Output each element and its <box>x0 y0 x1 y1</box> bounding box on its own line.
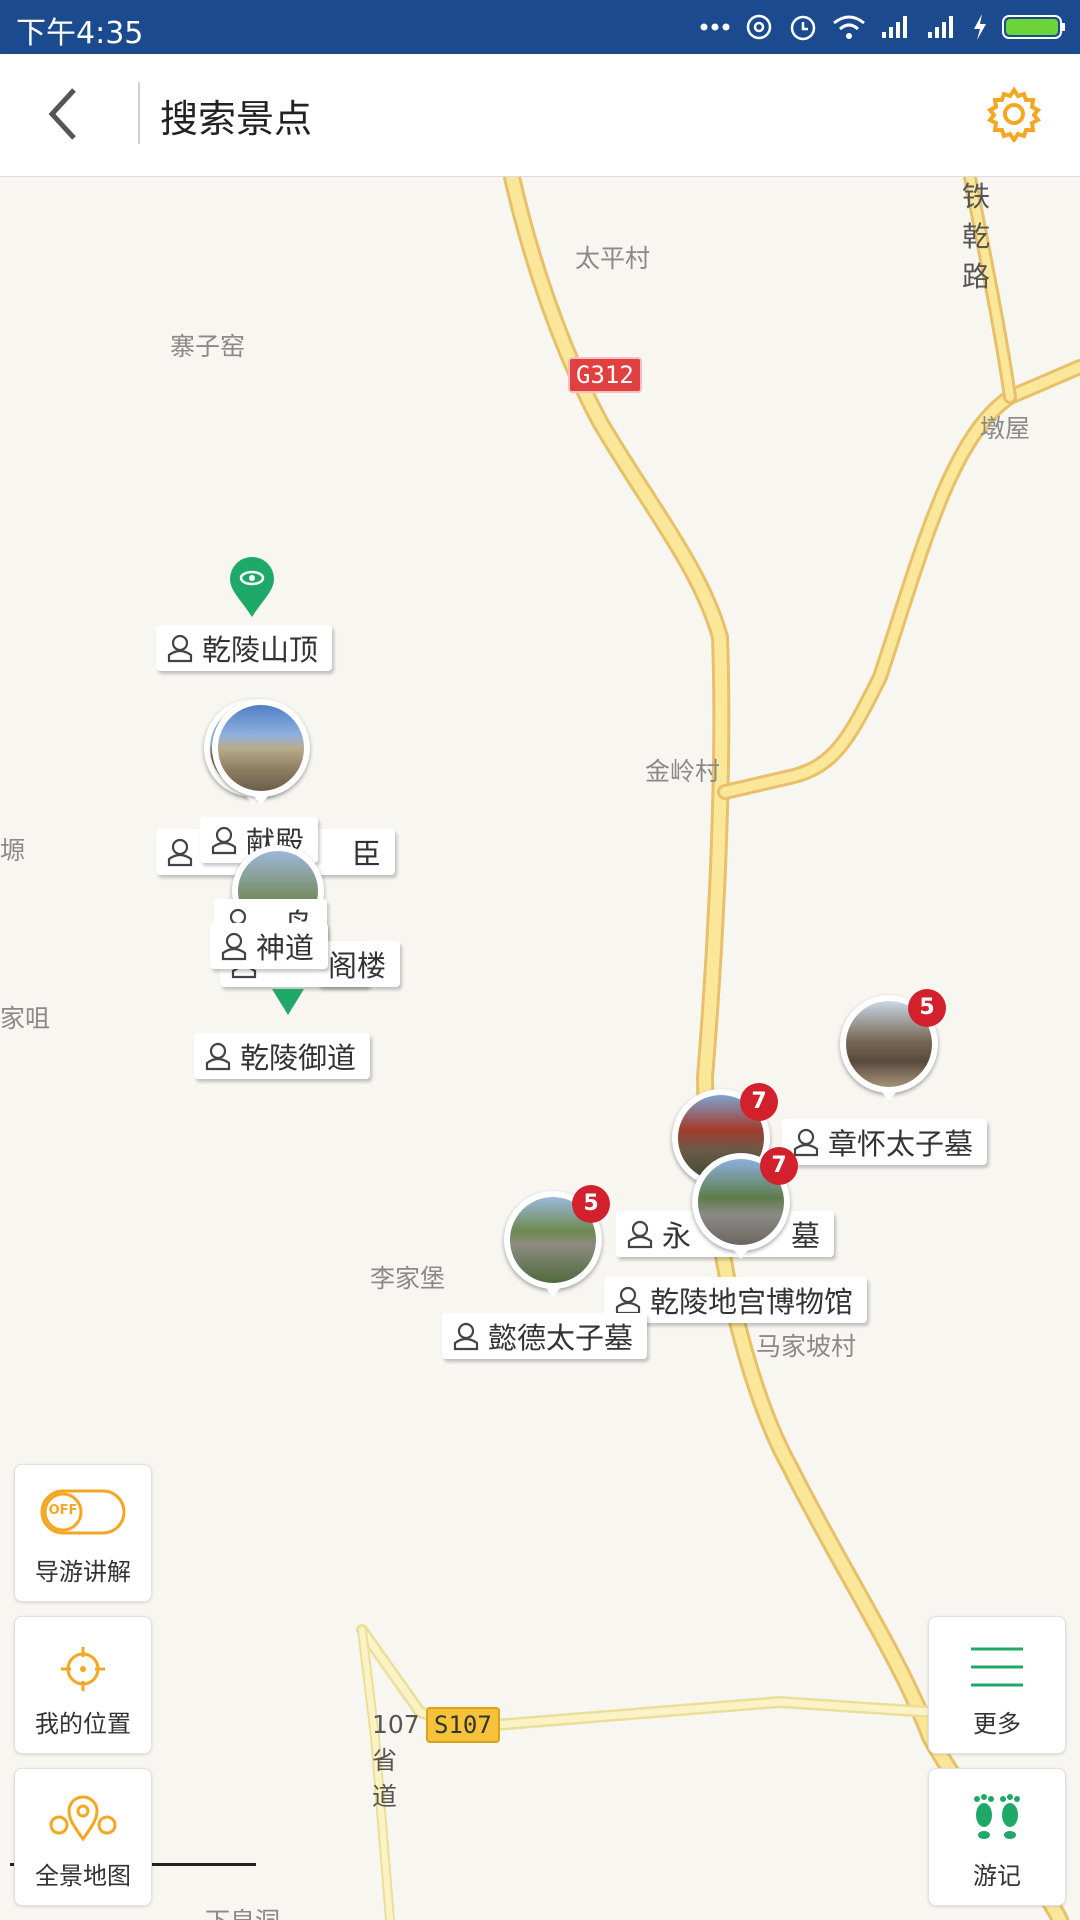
header-divider <box>138 82 140 144</box>
scenic-label-text: 乾陵山顶 <box>202 633 319 667</box>
scenic-label-text: 阁楼 <box>328 949 387 983</box>
place-bottom: 下皇洞 <box>205 1902 280 1920</box>
person-icon <box>793 1128 819 1157</box>
place-dunwu: 墩屋 <box>980 414 1031 443</box>
person-icon <box>627 1220 653 1249</box>
scenic-spot-pin-icon[interactable] <box>228 557 276 619</box>
toggle-state-text: OFF <box>48 1503 78 1518</box>
count-badge: 7 <box>760 1147 798 1185</box>
scenic-photo-pin[interactable]: 5 <box>840 989 946 1101</box>
scenic-label-text: 章怀太子墓 <box>828 1127 974 1161</box>
more-button[interactable]: 更多 <box>928 1616 1066 1754</box>
place-jinling: 金岭村 <box>645 757 721 786</box>
status-time: 下午4:35 <box>16 16 144 51</box>
map-pins-icon <box>49 1795 117 1842</box>
person-icon <box>221 932 247 961</box>
app-header: 搜索景点 <box>0 54 1080 177</box>
scenic-spot-pin-icon[interactable] <box>268 987 308 1017</box>
scenic-photo <box>218 705 304 791</box>
more-dots-icon <box>700 23 730 31</box>
panorama-map-button[interactable]: 全景地图 <box>14 1768 152 1906</box>
my-location-label: 我的位置 <box>35 1710 131 1738</box>
guide-toggle-button[interactable]: OFF 导游讲解 <box>14 1464 152 1602</box>
panorama-map-label: 全景地图 <box>35 1862 131 1890</box>
battery-icon <box>1002 15 1065 39</box>
person-icon <box>205 1042 231 1071</box>
person-icon <box>453 1322 479 1351</box>
place-taiping: 太平村 <box>575 244 651 273</box>
person-icon <box>615 1286 641 1315</box>
travel-log-label: 游记 <box>973 1862 1021 1890</box>
road-shield-s107: S107 <box>426 1707 500 1743</box>
count-badge: 5 <box>908 989 946 1027</box>
road-shield-g312: G312 <box>568 357 642 393</box>
scenic-label[interactable]: 懿德太子墓 <box>442 1313 648 1359</box>
place-jiazan: 家咀 <box>0 1004 51 1033</box>
crosshair-icon <box>61 1647 105 1691</box>
scenic-label[interactable]: 乾陵御道 <box>194 1033 371 1079</box>
scenic-label-text: 神道 <box>256 931 315 965</box>
scenic-label-text: 懿德太子墓 <box>488 1321 634 1355</box>
scenic-label-text: 臣 <box>352 837 382 871</box>
place-road107: 107省道 <box>372 1710 420 1811</box>
chevron-left-icon[interactable] <box>40 84 90 144</box>
place-zhaizi: 寨子窑 <box>170 332 246 361</box>
scenic-label-text: 墓 <box>791 1219 821 1253</box>
scenic-photo-pin[interactable]: 5 <box>504 1185 610 1297</box>
guide-toggle-label: 导游讲解 <box>35 1558 131 1586</box>
signal-icon <box>882 16 907 38</box>
wifi-icon <box>833 15 865 39</box>
menu-lines-icon <box>971 1647 1023 1687</box>
scenic-label-text: 乾陵地宫博物馆 <box>650 1285 854 1319</box>
page-title: 搜索景点 <box>160 97 313 141</box>
gear-icon[interactable] <box>986 86 1042 142</box>
charging-icon <box>974 14 986 40</box>
status-icons <box>700 8 1066 46</box>
scenic-photo-pin[interactable] <box>212 699 310 805</box>
footprints-icon <box>974 1794 1020 1839</box>
count-badge: 5 <box>572 1185 610 1223</box>
place-majiapo: 马家坡村 <box>756 1332 857 1361</box>
signal-icon <box>928 16 953 38</box>
place-tieqian: 铁乾路 <box>962 180 991 293</box>
place-lijiabao: 李家堡 <box>370 1264 446 1293</box>
hotspot-icon <box>746 14 772 40</box>
person-icon <box>167 634 193 663</box>
scenic-label-text: 乾陵御道 <box>240 1041 357 1075</box>
person-icon <box>167 838 193 867</box>
person-icon <box>211 826 237 855</box>
count-badge: 7 <box>740 1083 778 1121</box>
status-bar: 下午4:35 <box>0 0 1080 54</box>
scenic-photo-pin[interactable]: 7 <box>692 1147 798 1259</box>
more-label: 更多 <box>973 1710 1021 1738</box>
place-yuan: 塬 <box>0 836 26 865</box>
scenic-label[interactable]: 阁楼 <box>318 941 401 987</box>
scenic-label[interactable]: 神道 <box>210 923 329 969</box>
scenic-label[interactable]: 乾陵山顶 <box>156 625 333 671</box>
scenic-label[interactable]: 章怀太子墓 <box>782 1119 988 1165</box>
my-location-button[interactable]: 我的位置 <box>14 1616 152 1754</box>
scenic-label-text: 永 <box>662 1219 692 1253</box>
travel-log-button[interactable]: 游记 <box>928 1768 1066 1906</box>
alarm-icon <box>790 15 816 41</box>
map-view[interactable]: 寨子窑 太平村 墩屋 铁乾路 金岭村 塬 家咀 李家堡 马家坡村 107省道 下… <box>0 177 1080 1920</box>
